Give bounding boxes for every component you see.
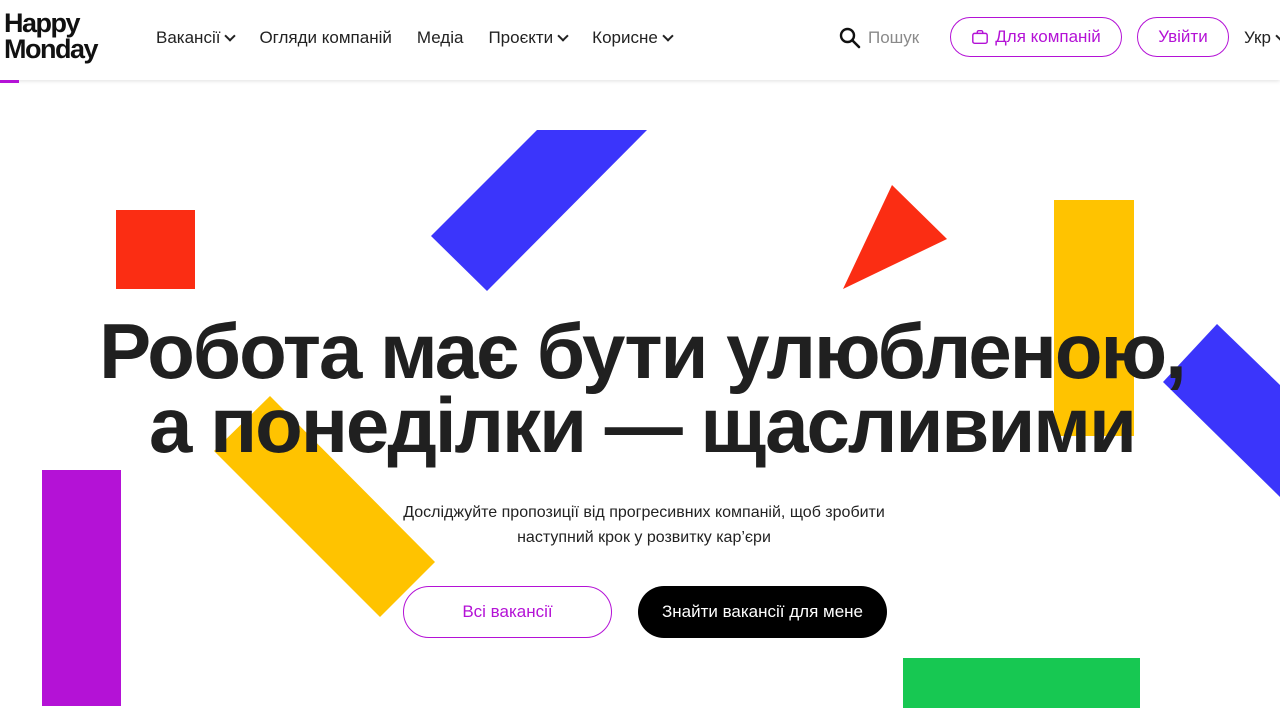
logo-line-2: Monday <box>4 34 99 64</box>
briefcase-icon <box>972 29 989 45</box>
for-companies-label: Для компаній <box>995 27 1101 46</box>
red-triangle-shape <box>843 185 947 289</box>
search-icon <box>839 27 861 49</box>
logo-line-1: Happy <box>4 8 81 38</box>
search-placeholder: Пошук <box>868 28 920 47</box>
nav-media[interactable]: Медіа <box>417 28 464 48</box>
chevron-down-icon <box>1275 30 1280 42</box>
nav-useful[interactable]: Корисне <box>592 28 674 48</box>
nav-reviews-label: Огляди компаній <box>259 28 392 47</box>
language-label: Укр <box>1244 28 1271 47</box>
nav-media-label: Медіа <box>416 28 464 47</box>
nav-company-reviews[interactable]: Огляди компаній <box>259 28 391 48</box>
hero-title: Робота має бути улюбленою, а понеділки —… <box>0 307 1280 469</box>
nav-vacancies-label: Вакансії <box>156 28 221 47</box>
red-square-shape <box>116 210 195 289</box>
login-label: Увійти <box>1158 27 1208 46</box>
green-bar-shape <box>903 658 1140 708</box>
hero-title-line-1: Робота має бути улюбленою, <box>99 307 1187 395</box>
chevron-down-icon <box>662 30 674 42</box>
nav-projects[interactable]: Проєкти <box>488 28 569 48</box>
logo[interactable]: Happy Monday <box>4 8 99 64</box>
for-companies-button[interactable]: Для компаній <box>950 17 1122 57</box>
blue-parallelogram-shape <box>431 130 647 291</box>
find-vacancies-for-me-button[interactable]: Знайти вакансії для мене <box>638 586 887 638</box>
find-vacancies-label: Знайти вакансії для мене <box>661 602 864 621</box>
site-header: Happy Monday Вакансії Огляди компаній Ме… <box>0 0 1280 80</box>
all-vacancies-label: Всі вакансії <box>462 602 553 621</box>
nav-useful-label: Корисне <box>592 28 658 47</box>
all-vacancies-button[interactable]: Всі вакансії <box>403 586 612 638</box>
nav-projects-label: Проєкти <box>488 28 554 47</box>
hero-subtitle-line-2: наступний крок у розвитку кар’єри <box>517 529 771 546</box>
nav-vacancies[interactable]: Вакансії <box>156 28 237 48</box>
purple-bar-shape <box>42 470 121 706</box>
language-selector[interactable]: Укр <box>1244 28 1280 48</box>
hero-subtitle: Досліджуйте пропозиції від прогресивних … <box>340 500 948 550</box>
chevron-down-icon <box>557 30 569 42</box>
main-nav: Вакансії Огляди компаній Медіа Проєкти К… <box>156 28 697 48</box>
login-button[interactable]: Увійти <box>1137 17 1229 57</box>
scroll-progress-bar <box>0 80 19 83</box>
hero-subtitle-line-1: Досліджуйте пропозиції від прогресивних … <box>403 504 885 521</box>
search-field[interactable]: Пошук <box>838 26 919 50</box>
chevron-down-icon <box>224 30 237 42</box>
hero-title-line-2: а понеділки — щасливими <box>149 381 1137 469</box>
